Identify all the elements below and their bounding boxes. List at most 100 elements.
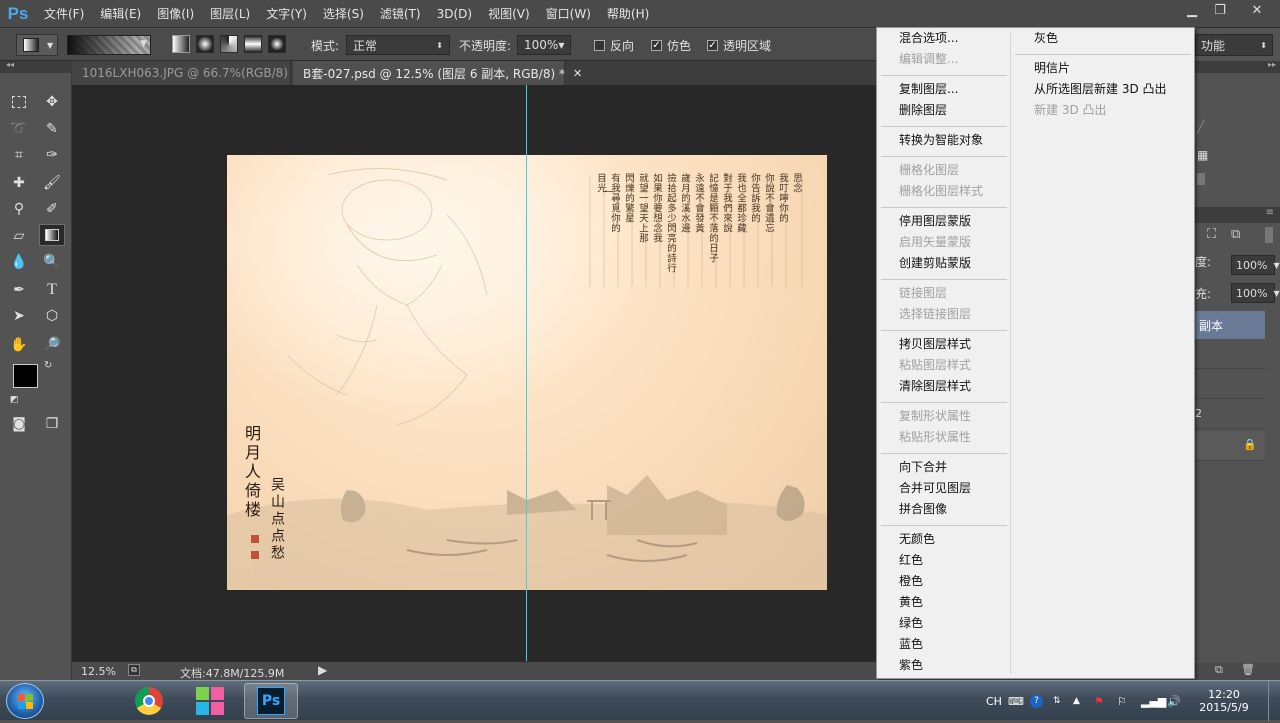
menu-item[interactable]: 合并可见图层	[899, 478, 971, 499]
menu-item[interactable]: 拷贝图层样式	[899, 334, 971, 355]
eraser-tool-icon[interactable]: ▱	[6, 225, 32, 247]
menu-item[interactable]: 清除图层样式	[899, 376, 971, 397]
collapse-icon[interactable]: ▸▸	[1268, 60, 1276, 69]
radial-gradient-button[interactable]	[196, 35, 214, 53]
menu-item[interactable]: 蓝色	[899, 634, 923, 655]
layer-fill-input[interactable]: 100% ▼	[1231, 283, 1280, 303]
reverse-option[interactable]: 反向	[594, 29, 634, 61]
network-icon[interactable]: ▂▄▆	[1141, 681, 1166, 721]
move-tool-icon[interactable]: ✥	[39, 91, 65, 113]
diamond-gradient-button[interactable]	[268, 35, 286, 53]
smart-object-icon[interactable]: ⧉	[1231, 227, 1240, 242]
layer-row[interactable]	[1195, 341, 1265, 369]
menu-item[interactable]: 文字(Y)	[258, 0, 315, 28]
close-button[interactable]: ✕	[1234, 0, 1280, 20]
gradient-swatch[interactable]: ▼	[67, 35, 151, 55]
healing-brush-tool-icon[interactable]: ✚	[6, 172, 32, 194]
tab-document-2[interactable]: B套-027.psd @ 12.5% (图层 6 副本, RGB/8) * ✕	[293, 61, 582, 85]
path-select-tool-icon[interactable]: ➤	[6, 305, 32, 327]
layer-row[interactable]: 2	[1195, 401, 1265, 429]
menu-item[interactable]: 无颜色	[899, 529, 935, 550]
history-brush-tool-icon[interactable]: ✐	[39, 198, 65, 220]
guide-line[interactable]	[526, 85, 527, 661]
menu-item[interactable]: 图像(I)	[149, 0, 202, 28]
menu-item[interactable]: 编辑(E)	[92, 0, 149, 28]
reflected-gradient-button[interactable]	[244, 35, 262, 53]
chevron-down-icon[interactable]: ▼	[558, 41, 564, 50]
menu-item[interactable]: 明信片	[1034, 58, 1070, 79]
tray-arrows-icon[interactable]: ⇅	[1053, 681, 1061, 721]
layer-opacity-input[interactable]: 100% ▼	[1231, 255, 1280, 275]
input-language[interactable]: CH	[986, 681, 1002, 721]
menu-item[interactable]: 紫色	[899, 655, 923, 676]
menu-item[interactable]: 转换为智能对象	[899, 130, 983, 151]
menu-item[interactable]: 绿色	[899, 613, 923, 634]
menu-item[interactable]: 视图(V)	[480, 0, 538, 28]
shape-tool-icon[interactable]: ⬡	[39, 305, 65, 327]
menu-item[interactable]: 灰色	[1034, 28, 1058, 49]
security-icon[interactable]: ⚑	[1094, 681, 1104, 721]
taskbar-chrome[interactable]	[122, 683, 176, 719]
menu-item[interactable]: 从所选图层新建 3D 凸出	[1034, 79, 1167, 100]
menu-item[interactable]: 停用图层蒙版	[899, 211, 971, 232]
zoom-level[interactable]: 12.5%	[81, 665, 116, 678]
gradient-tool-icon[interactable]	[39, 224, 65, 246]
background-layer-row[interactable]: 🔒	[1195, 431, 1265, 461]
mode-select[interactable]: 正常 ⬍	[346, 35, 450, 55]
dodge-tool-icon[interactable]: 🔍	[39, 251, 65, 273]
reverse-checkbox[interactable]	[594, 39, 605, 51]
crop-tool-icon[interactable]: ⌗	[6, 144, 32, 166]
selected-layer-row[interactable]: 副本	[1195, 311, 1265, 339]
type-tool-icon[interactable]: T	[39, 279, 65, 301]
lasso-tool-icon[interactable]: ➰	[6, 118, 32, 140]
play-arrow-icon[interactable]: ▶	[318, 663, 327, 677]
menu-item[interactable]: 文件(F)	[36, 0, 92, 28]
opacity-input[interactable]: 100% ▼	[517, 35, 571, 55]
close-icon[interactable]: ✕	[573, 67, 582, 80]
angle-gradient-button[interactable]	[220, 35, 238, 53]
chevron-down-icon[interactable]: ▼	[1273, 289, 1279, 298]
menu-item[interactable]: 选择(S)	[315, 0, 372, 28]
menu-item[interactable]: 3D(D)	[429, 0, 480, 28]
minimize-button[interactable]: ▁	[1178, 0, 1206, 20]
menu-item[interactable]: 橙色	[899, 571, 923, 592]
screen-mode-icon[interactable]: ❐	[39, 413, 65, 435]
default-colors-icon[interactable]: ◩	[10, 395, 19, 405]
layer-row[interactable]	[1195, 371, 1265, 399]
panel-menu-icon[interactable]: ≡	[1266, 207, 1274, 218]
menu-item[interactable]: 图层(L)	[202, 0, 258, 28]
zoom-tool-icon[interactable]: 🔎	[39, 334, 65, 356]
workspace-select[interactable]: 功能 ⬍	[1195, 34, 1273, 56]
blur-tool-icon[interactable]: 💧	[6, 251, 32, 273]
curves-icon[interactable]: ╱	[1197, 120, 1204, 134]
help-icon[interactable]: ?	[1030, 681, 1043, 721]
menu-item[interactable]: 向下合并	[899, 457, 947, 478]
restore-button[interactable]: ❐	[1206, 0, 1234, 20]
collapse-icon[interactable]: ◂◂	[6, 60, 14, 69]
menu-item[interactable]: 混合选项...	[899, 28, 958, 49]
chevron-down-icon[interactable]: ▼	[1273, 261, 1279, 270]
foreground-color-swatch[interactable]	[13, 364, 38, 388]
transparency-checkbox[interactable]: ✓	[707, 39, 718, 51]
trash-icon[interactable]: 🗑	[1241, 663, 1255, 676]
volume-icon[interactable]: 🔊	[1167, 681, 1181, 721]
pen-tool-icon[interactable]: ✒	[6, 279, 32, 301]
menu-item[interactable]: 创建剪贴蒙版	[899, 253, 971, 274]
action-center-icon[interactable]: ⚐	[1117, 681, 1127, 721]
taskbar-app[interactable]	[183, 683, 237, 719]
keyboard-icon[interactable]: ⌨	[1008, 681, 1024, 721]
scroll-handle[interactable]	[1265, 227, 1273, 243]
eyedropper-tool-icon[interactable]: ✑	[39, 144, 65, 166]
menu-item[interactable]: 滤镜(T)	[372, 0, 429, 28]
document-canvas[interactable]: 思念 我叮嚀你的 你說不會遺忘 你告訴我的 我也全都珍藏 對于我們來說 記憶是顆不落的日子永…	[227, 155, 827, 590]
menu-item[interactable]: 窗口(W)	[538, 0, 599, 28]
clock[interactable]: 12:20 2015/5/9	[1194, 681, 1254, 721]
grid-icon[interactable]: ▦	[1197, 148, 1208, 162]
swap-colors-icon[interactable]: ↻	[44, 360, 52, 371]
clone-stamp-tool-icon[interactable]: ⚲	[6, 198, 32, 220]
transparency-option[interactable]: ✓ 透明区域	[707, 29, 771, 61]
menu-item[interactable]: 红色	[899, 550, 923, 571]
show-desktop-button[interactable]	[1268, 681, 1280, 721]
show-hidden-icons[interactable]: ▲	[1073, 681, 1080, 721]
menu-item[interactable]: 帮助(H)	[599, 0, 657, 28]
